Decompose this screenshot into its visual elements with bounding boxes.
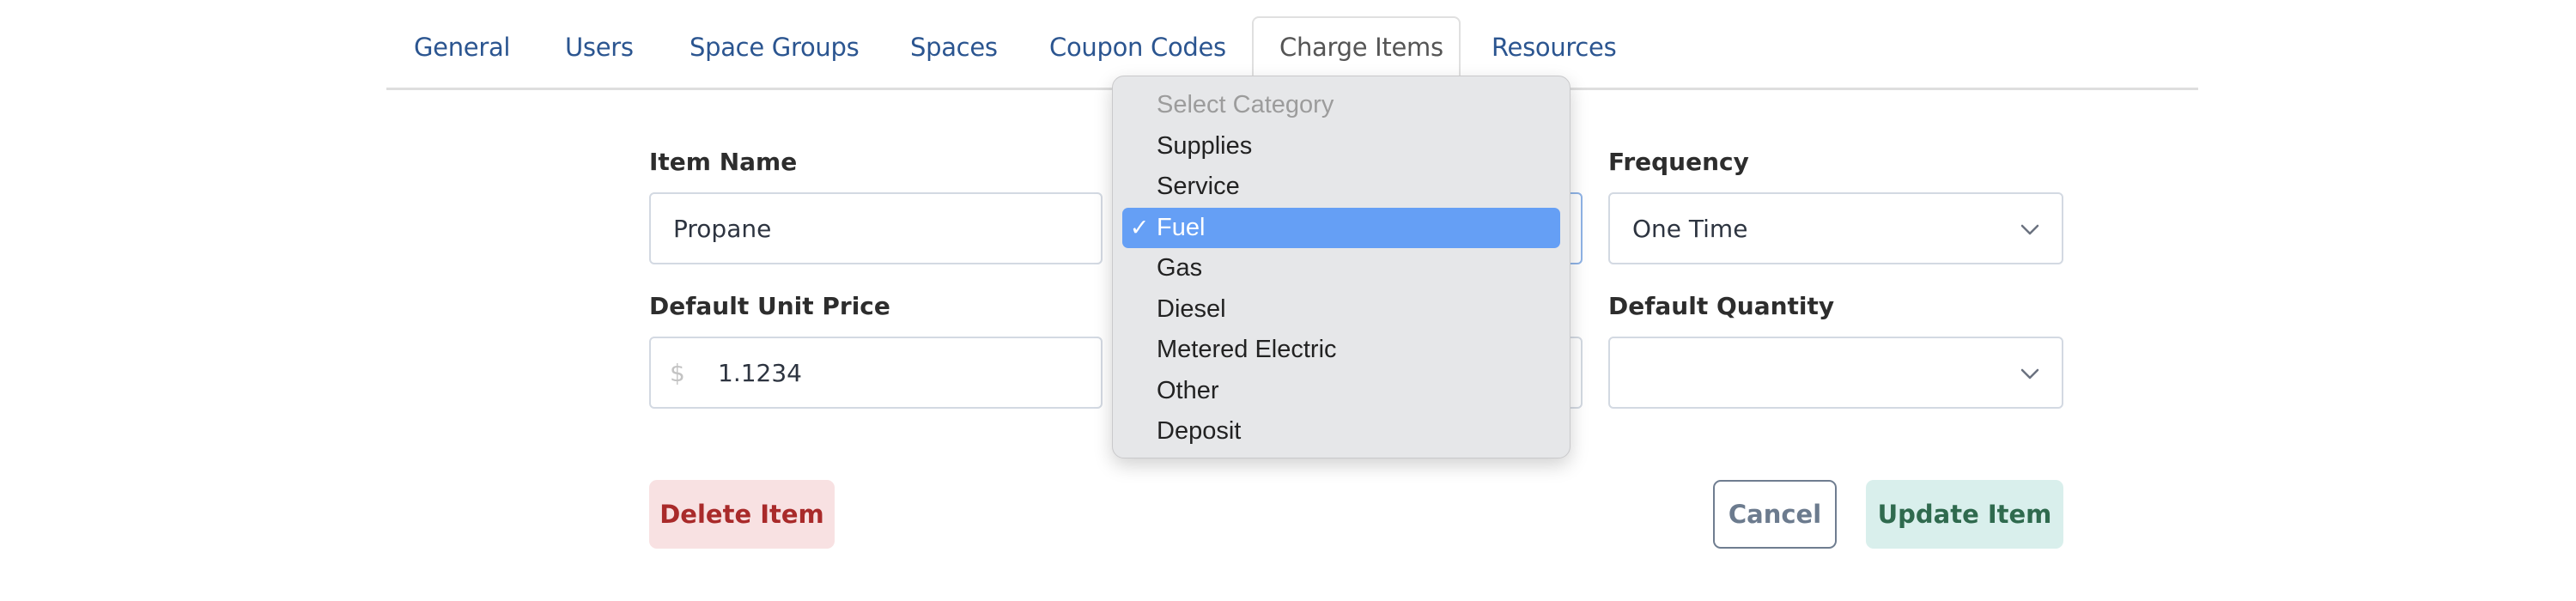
option-label: Deposit [1157, 417, 1242, 445]
default-unit-price-value: 1.1234 [718, 358, 802, 387]
category-option-other[interactable]: Other [1122, 371, 1560, 411]
option-label: Gas [1157, 254, 1203, 282]
item-name-input[interactable]: Propane [649, 192, 1103, 264]
chevron-down-icon [2020, 368, 2039, 379]
option-label: Diesel [1157, 294, 1226, 323]
frequency-select[interactable]: One Time [1608, 192, 2063, 264]
tab-users[interactable]: Users [565, 33, 634, 62]
option-label: Supplies [1157, 131, 1253, 160]
item-name-label: Item Name [649, 148, 798, 176]
currency-prefix: $ [670, 358, 685, 387]
tab-charge-items[interactable]: Charge Items [1279, 33, 1443, 62]
frequency-value: One Time [1632, 214, 1748, 243]
tab-spaces[interactable]: Spaces [910, 33, 998, 62]
default-unit-price-input[interactable]: $ 1.1234 [649, 337, 1103, 409]
tab-coupon-codes[interactable]: Coupon Codes [1049, 33, 1226, 62]
category-option-deposit[interactable]: Deposit [1122, 411, 1560, 452]
category-option-gas[interactable]: Gas [1122, 248, 1560, 288]
category-option-supplies[interactable]: Supplies [1122, 126, 1560, 167]
chevron-down-icon [2020, 224, 2039, 235]
delete-item-button[interactable]: Delete Item [649, 480, 835, 549]
item-name-value: Propane [673, 214, 772, 243]
option-label: Select Category [1157, 91, 1334, 118]
category-option-diesel[interactable]: Diesel [1122, 289, 1560, 330]
default-quantity-select[interactable] [1608, 337, 2063, 409]
tab-space-groups[interactable]: Space Groups [690, 33, 860, 62]
tab-resources[interactable]: Resources [1492, 33, 1617, 62]
cancel-button[interactable]: Cancel [1713, 480, 1837, 549]
default-unit-price-label: Default Unit Price [649, 292, 890, 320]
category-option-select-category: Select Category [1122, 85, 1560, 125]
category-option-metered-electric[interactable]: Metered Electric [1122, 330, 1560, 370]
option-label: Service [1157, 173, 1240, 200]
option-label: Other [1157, 376, 1219, 404]
category-option-service[interactable]: Service [1122, 167, 1560, 207]
category-dropdown-menu: Select Category Supplies Service ✓ Fuel Gas Di… [1112, 76, 1571, 458]
frequency-label: Frequency [1608, 148, 1749, 176]
option-label: Fuel [1157, 213, 1206, 241]
checkmark-icon: ✓ [1129, 214, 1150, 240]
default-quantity-label: Default Quantity [1608, 292, 1835, 320]
category-option-fuel[interactable]: ✓ Fuel [1122, 207, 1560, 248]
update-item-button[interactable]: Update Item [1866, 480, 2063, 549]
option-label: Metered Electric [1157, 336, 1337, 363]
tab-general[interactable]: General [414, 33, 510, 62]
